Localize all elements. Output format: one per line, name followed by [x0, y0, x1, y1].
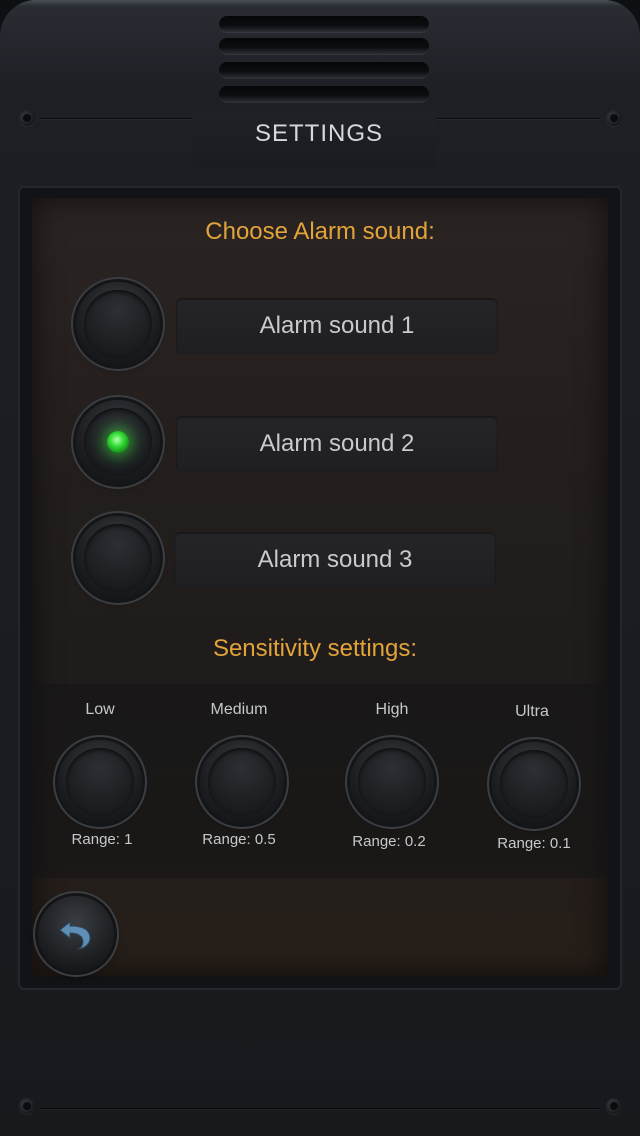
alarm-sound-1-radio[interactable] [76, 282, 160, 366]
divider [40, 1108, 600, 1109]
back-button[interactable] [38, 896, 114, 972]
sensitivity-high-label: High [375, 701, 409, 718]
button-inner [208, 748, 276, 816]
sensitivity-high-button[interactable] [350, 740, 434, 824]
sensitivity-ultra-button[interactable] [492, 742, 576, 826]
radio-inner [84, 290, 152, 358]
button-inner [500, 750, 568, 818]
grille-slot [219, 62, 429, 78]
sensitivity-medium-label: Medium [210, 701, 268, 718]
alarm-sound-3-option[interactable]: Alarm sound 3 [174, 532, 496, 588]
selected-indicator-led-icon [107, 431, 129, 453]
screw-icon [606, 110, 622, 126]
button-inner [66, 748, 134, 816]
sensitivity-low-button[interactable] [58, 740, 142, 824]
sensitivity-low-label: Low [85, 701, 115, 718]
alarm-sound-3-radio[interactable] [76, 516, 160, 600]
screw-icon [19, 1098, 35, 1114]
sensitivity-medium-range: Range: 0.5 [202, 831, 276, 848]
alarm-sound-3-label: Alarm sound 3 [257, 546, 413, 573]
alarm-sound-1-option[interactable]: Alarm sound 1 [176, 298, 498, 354]
undo-arrow-icon [59, 920, 91, 950]
radio-inner [84, 524, 152, 592]
grille-slot [219, 38, 429, 54]
device-frame: SETTINGS Choose Alarm sound: Alarm sound… [0, 0, 640, 1136]
grille-slot [219, 16, 429, 32]
alarm-heading: Choose Alarm sound: [205, 218, 435, 245]
sensitivity-heading: Sensitivity settings: [212, 635, 418, 662]
sensitivity-medium-button[interactable] [200, 740, 284, 824]
grille-slot [219, 86, 429, 102]
sensitivity-ultra-label: Ultra [515, 703, 549, 720]
alarm-sound-2-radio[interactable] [76, 400, 160, 484]
sensitivity-low-range: Range: 1 [71, 831, 133, 848]
screw-icon [606, 1098, 622, 1114]
alarm-sound-1-label: Alarm sound 1 [259, 312, 415, 339]
alarm-sound-2-label: Alarm sound 2 [259, 430, 415, 457]
screw-icon [19, 110, 35, 126]
speaker-grille [219, 14, 429, 106]
sensitivity-ultra-range: Range: 0.1 [497, 835, 571, 852]
button-inner [358, 748, 426, 816]
alarm-sound-2-option[interactable]: Alarm sound 2 [176, 416, 498, 472]
sensitivity-high-range: Range: 0.2 [352, 833, 426, 850]
page-title: SETTINGS [254, 120, 383, 147]
